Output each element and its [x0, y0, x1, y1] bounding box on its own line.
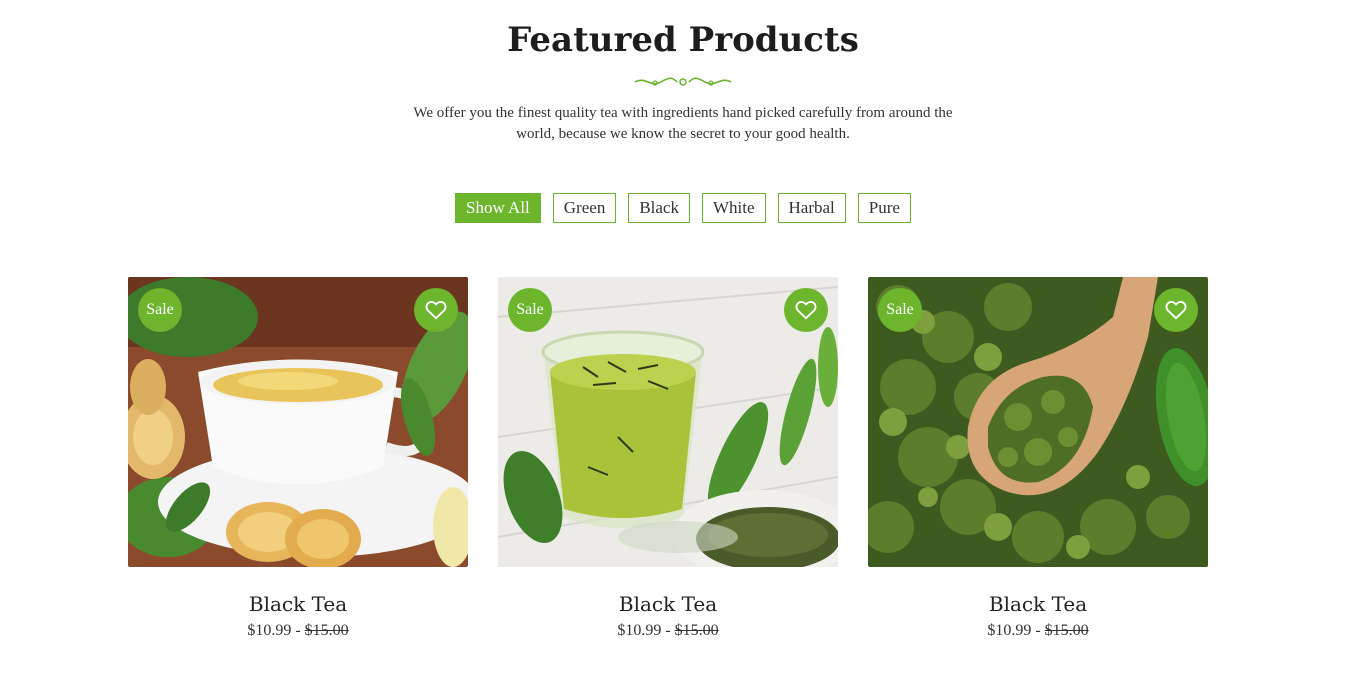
- filter-white-button[interactable]: White: [701, 193, 766, 223]
- heart-icon: [795, 301, 817, 320]
- heart-icon: [425, 301, 447, 320]
- price-separator: -: [661, 622, 675, 639]
- product-price: $10.99 - $15.00: [498, 622, 838, 640]
- heart-icon: [1165, 301, 1187, 320]
- wishlist-button[interactable]: [1154, 288, 1198, 332]
- price-separator: -: [291, 622, 305, 639]
- current-price: $10.99: [617, 622, 662, 639]
- price-separator: -: [1031, 622, 1045, 639]
- product-image-ginger-tea-cup[interactable]: Sale: [128, 277, 468, 567]
- filter-harbal-button[interactable]: Harbal: [777, 193, 846, 223]
- product-name[interactable]: Black Tea: [128, 592, 468, 616]
- old-price: $15.00: [1044, 622, 1089, 639]
- product-name[interactable]: Black Tea: [498, 592, 838, 616]
- product-card[interactable]: Sale Black Tea $10.99 - $15.00: [868, 277, 1208, 640]
- product-image-green-tea-glass[interactable]: Sale: [498, 277, 838, 567]
- category-filter-bar: Show All Green Black White Harbal Pure: [0, 193, 1366, 223]
- old-price: $15.00: [674, 622, 719, 639]
- current-price: $10.99: [987, 622, 1032, 639]
- product-card[interactable]: Sale Black Tea $10.99 - $15.00: [128, 277, 468, 640]
- sale-badge: Sale: [878, 288, 922, 332]
- current-price: $10.99: [247, 622, 292, 639]
- wishlist-button[interactable]: [414, 288, 458, 332]
- product-price: $10.99 - $15.00: [868, 622, 1208, 640]
- wishlist-button[interactable]: [784, 288, 828, 332]
- product-price: $10.99 - $15.00: [128, 622, 468, 640]
- filter-show-all-button[interactable]: Show All: [455, 193, 541, 223]
- featured-products-section: Featured Products We offer you the fines…: [0, 0, 1366, 679]
- flourish-divider-icon: [634, 77, 732, 86]
- old-price: $15.00: [304, 622, 349, 639]
- section-title: Featured Products: [507, 20, 859, 60]
- section-subtitle: We offer you the finest quality tea with…: [413, 105, 953, 142]
- product-image-loose-leaf-scoop[interactable]: Sale: [868, 277, 1208, 567]
- product-name[interactable]: Black Tea: [868, 592, 1208, 616]
- filter-black-button[interactable]: Black: [628, 193, 690, 223]
- sale-badge: Sale: [508, 288, 552, 332]
- sale-badge: Sale: [138, 288, 182, 332]
- filter-pure-button[interactable]: Pure: [857, 193, 911, 223]
- product-card[interactable]: Sale Black Tea $10.99 - $15.00: [498, 277, 838, 640]
- filter-green-button[interactable]: Green: [552, 193, 617, 223]
